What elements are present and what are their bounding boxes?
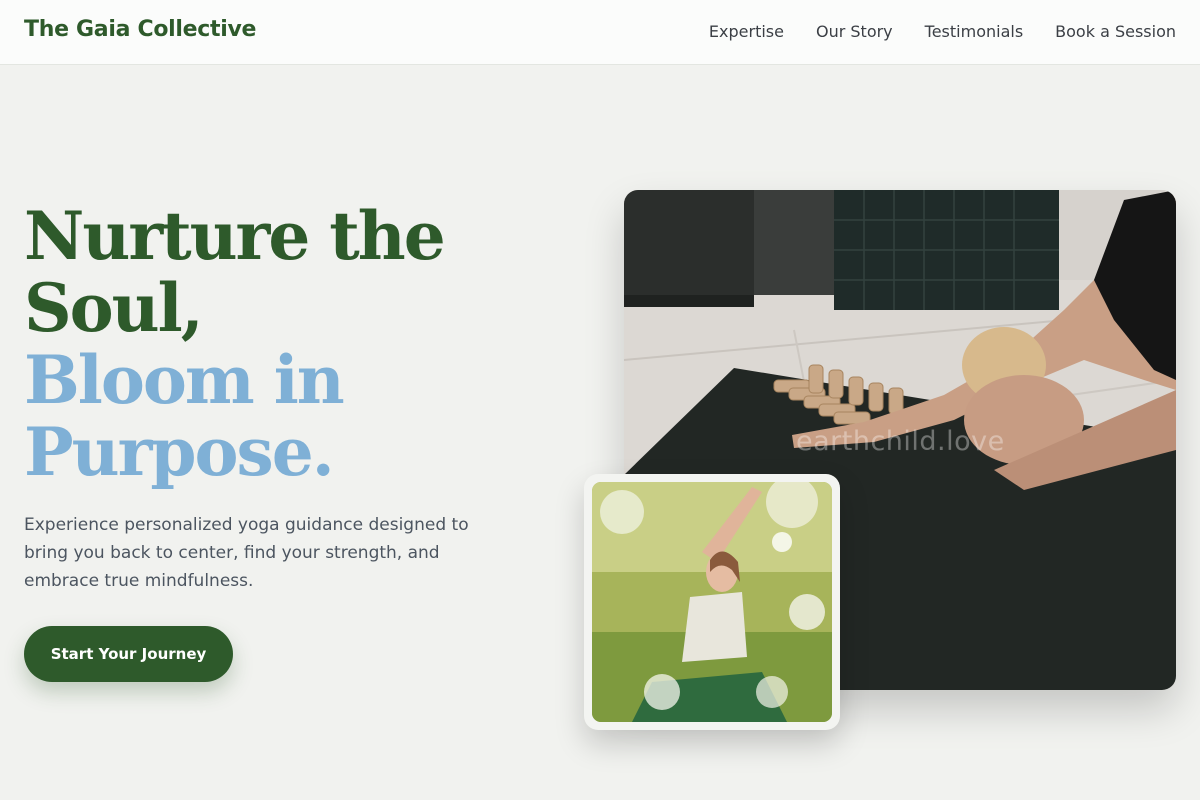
meadow-yoga-illustration (592, 482, 832, 722)
main-nav: Expertise Our Story Testimonials Book a … (677, 22, 1176, 41)
hero-title: Nurture the Soul, Bloom in Purpose. (24, 200, 544, 488)
start-journey-button[interactable]: Start Your Journey (24, 626, 233, 682)
hero-title-line-1: Nurture the (24, 197, 446, 275)
hero-title-line-2: Soul, (24, 269, 204, 347)
nav-link-our-story[interactable]: Our Story (816, 22, 893, 41)
hero-title-line-3: Bloom in (24, 341, 345, 419)
hero-title-line-4: Purpose. (24, 413, 335, 491)
secondary-photo-card (584, 474, 840, 730)
image-watermark: earthchild.love (796, 426, 1005, 457)
nav-link-book-session[interactable]: Book a Session (1055, 22, 1176, 41)
meadow-yoga-photo (592, 482, 832, 722)
nav-link-expertise[interactable]: Expertise (709, 22, 784, 41)
brand-logo[interactable]: The Gaia Collective (24, 17, 256, 42)
nav-link-testimonials[interactable]: Testimonials (925, 22, 1024, 41)
hero-description: Experience personalized yoga guidance de… (24, 515, 469, 591)
site-header: The Gaia Collective Expertise Our Story … (0, 0, 1200, 65)
